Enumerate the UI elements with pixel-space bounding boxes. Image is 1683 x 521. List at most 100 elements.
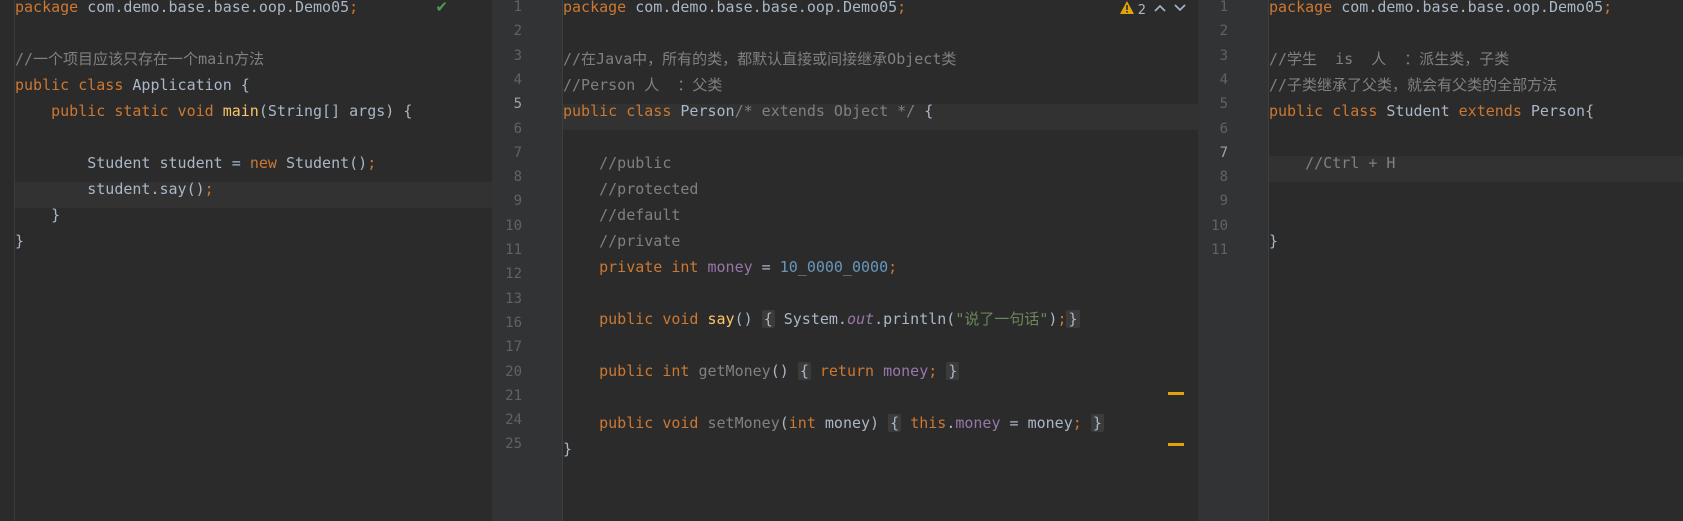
code-line[interactable]: [563, 468, 1198, 494]
line-number: 4: [513, 71, 522, 88]
code-token: Student: [1386, 102, 1459, 120]
line-number: 9: [1219, 193, 1228, 210]
code-token: (String[] args) {: [258, 102, 413, 120]
line-number: 7: [1219, 144, 1228, 161]
code-token: //一个项目应该只存在一个main方法: [15, 50, 265, 68]
inspection-widget[interactable]: 2: [1119, 0, 1186, 18]
code-line[interactable]: //public: [563, 156, 1198, 182]
code-line[interactable]: private int money = 10_0000_0000;: [563, 260, 1198, 286]
code-line[interactable]: [563, 130, 1198, 156]
warning-stripe-marker[interactable]: [1168, 443, 1184, 446]
code-line[interactable]: [1269, 260, 1683, 286]
editor-pane-application[interactable]: package com.demo.base.base.oop.Demo05; //…: [0, 0, 492, 521]
code-line[interactable]: //default: [563, 208, 1198, 234]
code-token: .println(: [874, 310, 956, 328]
code-token: //Person 人 ：父类: [563, 76, 723, 94]
code-line[interactable]: [563, 26, 1198, 52]
code-token: ;: [897, 0, 907, 16]
line-number: 11: [1211, 242, 1228, 258]
code-token: money: [707, 258, 753, 276]
warning-triangle-icon[interactable]: 2: [1119, 0, 1146, 18]
code-line[interactable]: [563, 338, 1198, 364]
code-line[interactable]: package com.demo.base.base.oop.Demo05;: [1269, 0, 1683, 26]
code-token: main: [222, 102, 259, 120]
code-line[interactable]: public class Student extends Person{: [1269, 104, 1683, 130]
code-line[interactable]: //学生 is 人 ：派生类，子类: [1269, 52, 1683, 78]
code-token: public void: [599, 310, 708, 328]
code-token: public void: [599, 414, 708, 432]
code-line[interactable]: //Person 人 ：父类: [563, 78, 1198, 104]
code-token: package: [15, 0, 88, 16]
editor-pane-person[interactable]: 1 2 3 4 5 6 7 8 9 10 11 12 13 16 17 20 21 24 25 package co…: [492, 0, 1198, 521]
line-number: 25: [505, 436, 522, 453]
code-line[interactable]: }: [15, 208, 492, 234]
code-line[interactable]: //子类继承了父类，就会有父类的全部方法: [1269, 78, 1683, 104]
gutter[interactable]: 1 2 3 4 5 6 7 8 9 10 11 12 13 16 17 20 21 24 25: [492, 0, 563, 521]
code-line[interactable]: package com.demo.base.base.oop.Demo05;: [15, 0, 492, 26]
code-line[interactable]: [563, 390, 1198, 416]
gutter[interactable]: [0, 0, 15, 521]
code-line[interactable]: [1269, 208, 1683, 234]
chevron-down-icon[interactable]: [1174, 2, 1186, 17]
line-number: 10: [1211, 217, 1228, 234]
code-token: new: [249, 154, 286, 172]
code-token: money): [824, 414, 889, 432]
line-number: 12: [505, 266, 522, 283]
code-token: public static void: [51, 102, 223, 120]
code-area[interactable]: package com.demo.base.base.oop.Demo05; //…: [1269, 0, 1683, 286]
code-line[interactable]: public int getMoney() { return money; }: [563, 362, 1198, 390]
code-line[interactable]: student.say();: [15, 182, 492, 208]
code-area[interactable]: package com.demo.base.base.oop.Demo05; //…: [563, 0, 1198, 494]
code-line[interactable]: }: [15, 234, 492, 260]
code-line[interactable]: public class Person/* extends Object */ …: [563, 104, 1198, 130]
code-line[interactable]: package com.demo.base.base.oop.Demo05;: [563, 0, 1198, 26]
code-token: int: [788, 414, 825, 432]
code-token: out: [846, 310, 875, 328]
warning-stripe-marker[interactable]: [1168, 392, 1184, 395]
code-token: com.demo.base.base.oop.Demo05: [1341, 0, 1604, 16]
code-line[interactable]: public class Application {: [15, 78, 492, 104]
code-line[interactable]: }: [1269, 234, 1683, 260]
code-token: com.demo.base.base.oop.Demo05: [87, 0, 350, 16]
code-line[interactable]: [1269, 130, 1683, 156]
line-number: 11: [505, 242, 522, 258]
code-line[interactable]: [1269, 26, 1683, 52]
code-line[interactable]: public void setMoney(int money) { this.m…: [563, 414, 1198, 442]
code-token: //default: [563, 206, 681, 224]
line-number: 10: [505, 217, 522, 234]
code-line[interactable]: [1269, 182, 1683, 208]
line-number: 17: [505, 339, 522, 356]
line-number: 5: [1219, 96, 1228, 113]
code-token: //子类继承了父类，就会有父类的全部方法: [1269, 76, 1558, 94]
code-line[interactable]: Student student = new Student();: [15, 156, 492, 182]
code-token: public int: [599, 362, 699, 380]
warning-count: 2: [1137, 2, 1146, 18]
code-token: //public: [563, 154, 672, 172]
code-line[interactable]: [15, 26, 492, 52]
code-token: .: [946, 414, 956, 432]
gutter[interactable]: 1 2 3 4 5 6 7 8 9 10 11: [1198, 0, 1269, 521]
line-number: 1: [513, 0, 522, 15]
code-line[interactable]: //private: [563, 234, 1198, 260]
code-line[interactable]: //Ctrl + H: [1269, 156, 1683, 182]
code-line[interactable]: public void say() { System.out.println("…: [563, 310, 1198, 338]
code-line[interactable]: //一个项目应该只存在一个main方法: [15, 52, 492, 78]
code-line[interactable]: [563, 286, 1198, 312]
code-token: public class: [1269, 102, 1387, 120]
code-token: com.demo.base.base.oop.Demo05: [635, 0, 898, 16]
editor-pane-student[interactable]: 1 2 3 4 5 6 7 8 9 10 11 package com.demo.base.base…: [1198, 0, 1683, 521]
code-token: Student student =: [15, 154, 250, 172]
code-token: System.: [774, 310, 847, 328]
code-line[interactable]: public static void main(String[] args) {: [15, 104, 492, 130]
code-line[interactable]: //protected: [563, 182, 1198, 208]
code-area[interactable]: package com.demo.base.base.oop.Demo05; //…: [15, 0, 492, 260]
code-line[interactable]: }: [563, 442, 1198, 468]
code-line[interactable]: [15, 130, 492, 156]
chevron-up-icon[interactable]: [1154, 2, 1166, 17]
code-token: money: [883, 362, 929, 380]
code-line[interactable]: //在Java中，所有的类，都默认直接或间接继承Object类: [563, 52, 1198, 78]
code-token: {: [888, 414, 902, 432]
line-number: 2: [513, 23, 522, 40]
code-token: //学生 is 人 ：派生类，子类: [1269, 50, 1510, 68]
